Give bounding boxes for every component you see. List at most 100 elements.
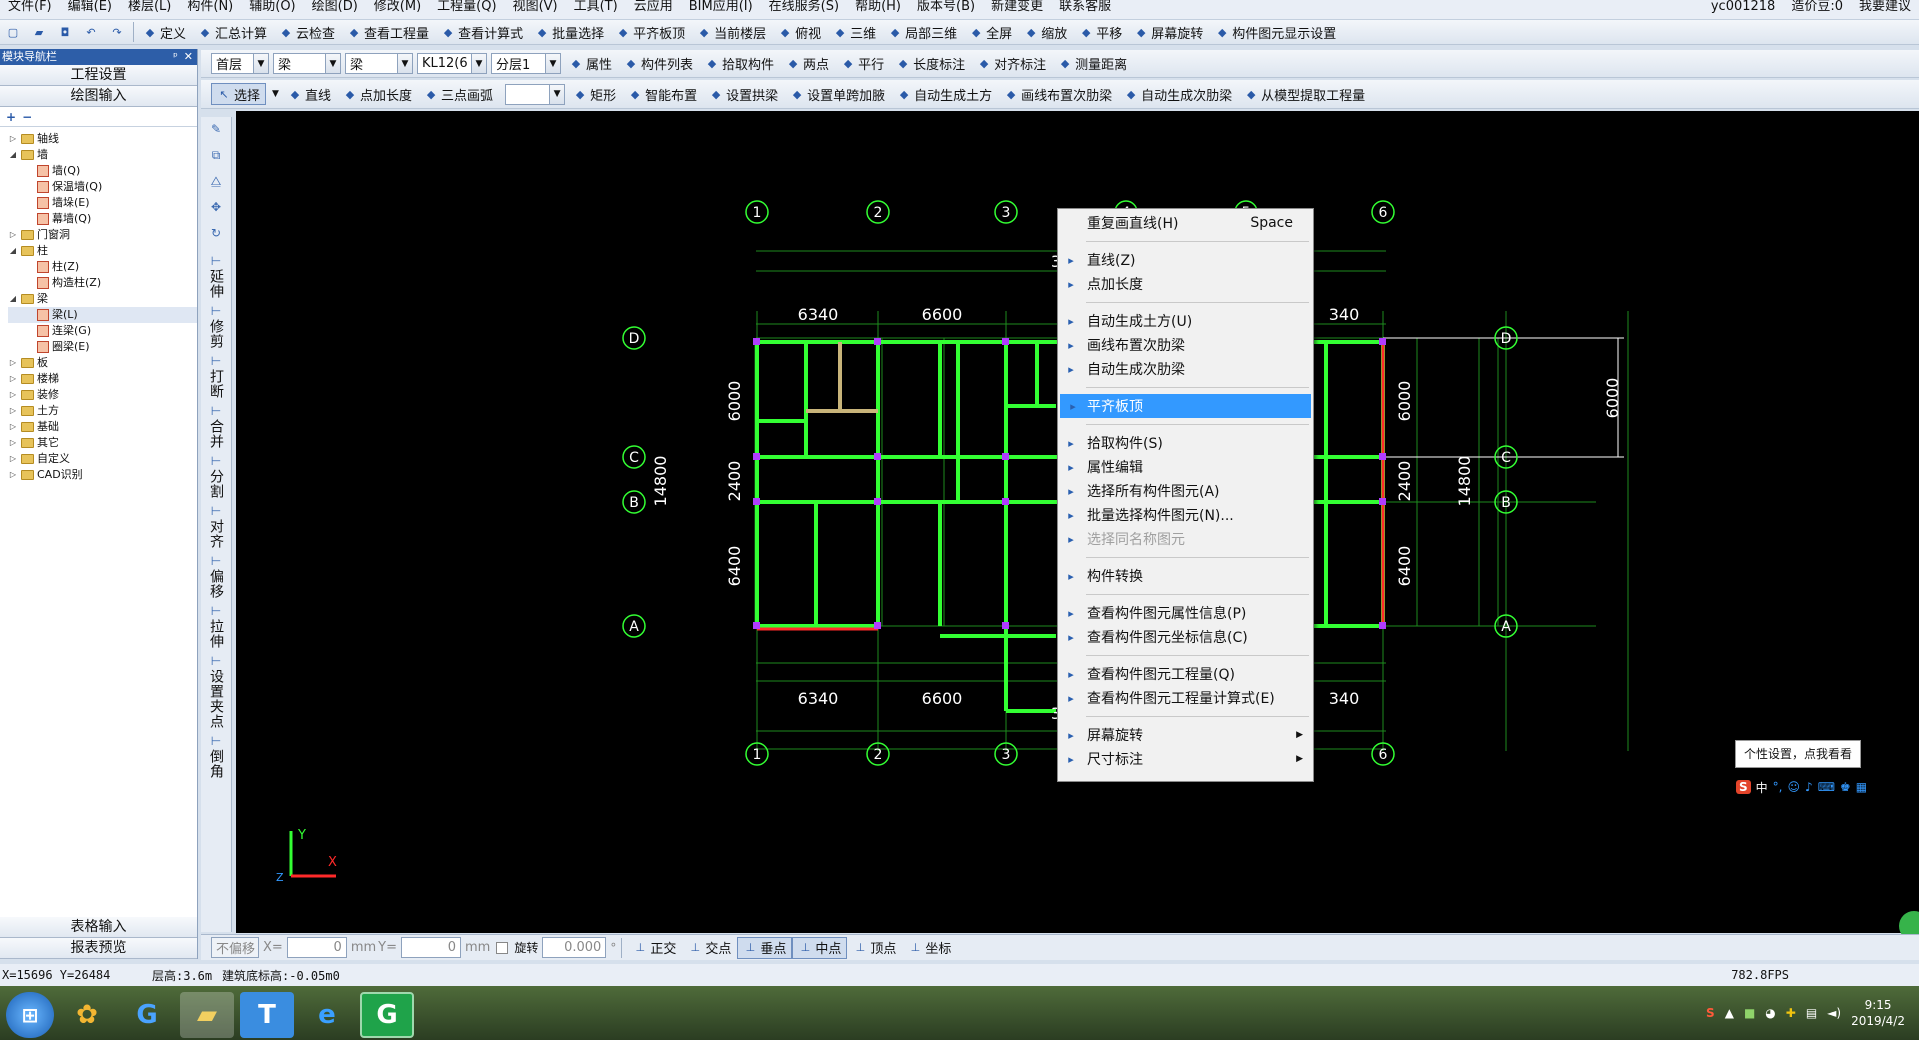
pin-icon[interactable]: ᵖ: [173, 49, 178, 65]
toolbar-button[interactable]: ◆ 查看工程量: [341, 21, 435, 43]
toolbar-button[interactable]: ◆ 从模型提取工程量: [1238, 83, 1371, 105]
expand-icon[interactable]: ◢: [8, 147, 18, 163]
toolbar-button[interactable]: ◆ 当前楼层: [691, 21, 772, 43]
toolbar-button[interactable]: ◆ 对齐标注: [971, 53, 1052, 75]
menu-item[interactable]: 版本号(B): [909, 0, 983, 15]
menu-item[interactable]: 编辑(E): [60, 0, 120, 15]
close-icon[interactable]: ✕: [184, 49, 193, 65]
feedback-link[interactable]: 我要建议: [1851, 0, 1919, 15]
user-name[interactable]: yc001218: [1703, 0, 1783, 15]
toolbar-button[interactable]: ◆ 点加长度: [337, 83, 418, 105]
modify-tool-button[interactable]: ⊢ 合并: [201, 403, 231, 449]
expand-icon[interactable]: ▷: [8, 131, 18, 147]
context-menu-item[interactable]: ▸ 查看构件图元属性信息(P): [1058, 601, 1313, 625]
taskbar-app-folder[interactable]: ▰: [180, 992, 234, 1038]
context-menu-item[interactable]: ▸ 批量选择构件图元(N)...: [1058, 503, 1313, 527]
menu-item[interactable]: 新建变更: [983, 0, 1051, 15]
report-preview-button[interactable]: 报表预览: [0, 938, 197, 959]
expand-icon[interactable]: ▷: [8, 227, 18, 243]
toolbar-button[interactable]: ◆ 屏幕旋转: [1128, 21, 1209, 43]
component-subtype-select[interactable]: 梁 ▼: [345, 53, 413, 74]
toolbar-button[interactable]: ◆ 直线: [282, 83, 337, 105]
toolbar-button[interactable]: ◆ 设置单跨加腋: [784, 83, 891, 105]
open-file-button[interactable]: ▰: [26, 21, 52, 43]
tree-item[interactable]: ▷ CAD识别: [8, 467, 197, 483]
tree-item[interactable]: ▷ 自定义: [8, 451, 197, 467]
tree-item[interactable]: 幕墙(Q): [8, 211, 197, 227]
modify-tool-button[interactable]: ⊢ 设置夹点: [201, 653, 231, 729]
drawing-input-button[interactable]: 绘图输入: [0, 86, 197, 107]
snap-button[interactable]: ⊥ 交点: [682, 937, 737, 959]
context-menu-item[interactable]: ▸ 画线布置次肋梁: [1058, 333, 1313, 357]
menu-item[interactable]: 云应用: [626, 0, 681, 15]
toolbar-button[interactable]: ◆ 俯视: [772, 21, 827, 43]
select-dropdown[interactable]: ▼: [268, 84, 280, 105]
component-name-select[interactable]: KL12(6 ▼: [417, 53, 487, 74]
expand-icon[interactable]: ▷: [8, 371, 18, 387]
toolbar-button[interactable]: ◆ 三维: [827, 21, 882, 43]
qq-icon[interactable]: ◕: [1765, 1006, 1775, 1020]
snap-button[interactable]: ⊥ 顶点: [847, 937, 902, 959]
clock[interactable]: 9:15 2019/4/2: [1851, 997, 1905, 1029]
tree-item[interactable]: ◢ 柱: [8, 243, 197, 259]
expand-all-icon[interactable]: +: [6, 110, 16, 124]
toolbar-button[interactable]: ◆ 汇总计算: [192, 21, 273, 43]
context-menu-item[interactable]: 重复画直线(H) Space: [1058, 211, 1313, 235]
modify-tool-button[interactable]: ⊢ 拉伸: [201, 603, 231, 649]
tree-item[interactable]: ▷ 门窗洞: [8, 227, 197, 243]
emoji-icon[interactable]: ☺: [1788, 780, 1801, 794]
context-menu-item[interactable]: ▸ 属性编辑: [1058, 455, 1313, 479]
menu-item[interactable]: 工具(T): [566, 0, 626, 15]
menu-item[interactable]: 视图(V): [505, 0, 566, 15]
tree-item[interactable]: 保温墙(Q): [8, 179, 197, 195]
offset-mode-select[interactable]: 不偏移: [211, 937, 259, 958]
tree-item[interactable]: ▷ 楼梯: [8, 371, 197, 387]
table-input-button[interactable]: 表格输入: [0, 917, 197, 938]
expand-icon[interactable]: ▷: [8, 435, 18, 451]
taskbar-app-colorful[interactable]: ✿: [60, 992, 114, 1038]
menu-item[interactable]: 绘图(D): [304, 0, 366, 15]
nvidia-icon[interactable]: ■: [1744, 1006, 1755, 1020]
punctuation-icon[interactable]: °,: [1773, 780, 1783, 794]
snap-button[interactable]: ⊥ 中点: [792, 936, 848, 959]
toolbar-button[interactable]: ◆ 平移: [1073, 21, 1128, 43]
rotate-checkbox[interactable]: [496, 941, 509, 954]
toolbar-button[interactable]: ◆ 智能布置: [622, 83, 703, 105]
tree-item[interactable]: ▷ 装修: [8, 387, 197, 403]
toolbar-button[interactable]: ◆ 批量选择: [529, 21, 610, 43]
project-settings-button[interactable]: 工程设置: [0, 65, 197, 86]
toolbar-button[interactable]: ◆ 设置拱梁: [703, 83, 784, 105]
draw-mode-select[interactable]: ▼: [505, 83, 566, 105]
modify-tool-button[interactable]: ⊢ 倒角: [201, 733, 231, 779]
x-input[interactable]: 0: [286, 937, 347, 958]
menu-item[interactable]: 帮助(H): [847, 0, 909, 15]
start-button[interactable]: ⊞: [6, 992, 54, 1038]
taskbar-app-t[interactable]: T: [240, 992, 294, 1038]
tree-item[interactable]: ◢ 梁: [8, 291, 197, 307]
modify-tool-button[interactable]: ⊢ 分割: [201, 453, 231, 499]
modify-tool-button[interactable]: ⊢ 对齐: [201, 503, 231, 549]
tree-item[interactable]: 梁(L): [8, 307, 197, 323]
menu-item[interactable]: 楼层(L): [120, 0, 179, 15]
keyboard-icon[interactable]: ⌨: [1818, 780, 1835, 794]
toolbar-button[interactable]: ◆ 查看计算式: [435, 21, 529, 43]
context-menu-item[interactable]: ▸ 查看构件图元工程量(Q): [1058, 662, 1313, 686]
floor-select[interactable]: 首层 ▼: [211, 53, 269, 74]
expand-icon[interactable]: ▷: [8, 403, 18, 419]
context-menu-item[interactable]: ▸ 查看构件图元坐标信息(C): [1058, 625, 1313, 649]
save-button[interactable]: ◘: [52, 21, 78, 43]
snap-button[interactable]: ⊥ 坐标: [902, 937, 957, 959]
network-icon[interactable]: ▤: [1806, 1006, 1817, 1020]
ime-mode[interactable]: 中: [1756, 779, 1768, 796]
context-menu-item[interactable]: ▸ 屏幕旋转 ▶: [1058, 723, 1313, 747]
toolbar-button[interactable]: ◆ 平行: [835, 53, 890, 75]
tree-item[interactable]: ▷ 轴线: [8, 131, 197, 147]
menu-item[interactable]: 修改(M): [366, 0, 429, 15]
context-menu-item[interactable]: ▸ 选择所有构件图元(A): [1058, 479, 1313, 503]
context-menu-item[interactable]: ▸ 直线(Z): [1058, 248, 1313, 272]
expand-icon[interactable]: ◢: [8, 291, 18, 307]
modify-tool-button[interactable]: ⊢ 延伸: [201, 253, 231, 299]
tree-item[interactable]: ▷ 其它: [8, 435, 197, 451]
toolbar-button[interactable]: ◆ 三点画弧: [418, 83, 499, 105]
sogou-icon[interactable]: S: [1736, 780, 1751, 794]
